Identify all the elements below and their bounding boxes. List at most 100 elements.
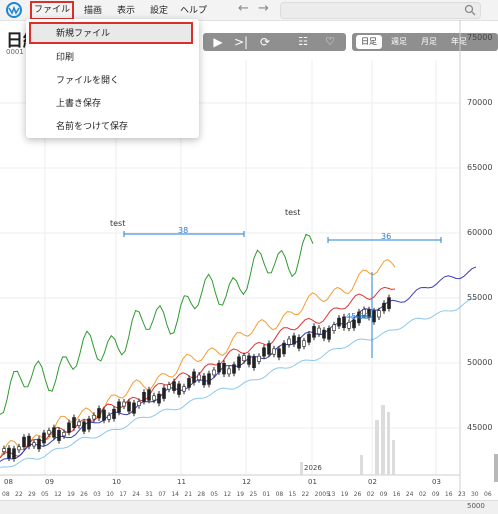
bottom-bar: 5000: [0, 500, 498, 514]
candle-body: [147, 389, 151, 401]
candle-body: [42, 432, 46, 444]
x-month-tick: 01: [308, 478, 317, 486]
candle-body: [202, 375, 206, 386]
candle-body: [317, 327, 321, 335]
annotation-test-2: test: [285, 208, 301, 217]
x-day-tick: 19: [340, 491, 349, 498]
candle-body: [387, 297, 391, 309]
x-day-tick: 09: [379, 491, 388, 498]
x-day-tick: 12: [223, 491, 232, 498]
x-day-tick: 13: [327, 491, 336, 498]
candle-body: [62, 432, 66, 437]
x-day-tick: 26: [80, 491, 88, 498]
candle-body: [377, 310, 381, 318]
x-month-tick: 12: [242, 478, 251, 486]
candle-body: [232, 364, 236, 374]
candle-body: [267, 343, 271, 355]
y-tick: 65000: [467, 163, 493, 172]
x-day-tick: 01: [262, 491, 271, 498]
file-menu-item-highlight[interactable]: [29, 22, 193, 44]
candle-body: [297, 337, 301, 349]
candle-body: [257, 355, 261, 362]
candle-body: [222, 362, 226, 375]
candle-body: [252, 356, 256, 368]
candle-body: [27, 435, 31, 447]
candle-body: [137, 401, 141, 406]
candle-body: [127, 401, 131, 412]
value-label: 45.58: [346, 312, 369, 321]
x-day-tick: 22: [15, 491, 23, 498]
x-day-tick: 03: [93, 491, 101, 498]
x-day-tick: 28: [197, 491, 206, 498]
y-tick: 50000: [467, 358, 493, 367]
file-menu-save[interactable]: 上書き保存: [56, 96, 101, 109]
candle-body: [87, 418, 91, 430]
candle-body: [82, 421, 86, 432]
x-month-tick: 09: [45, 478, 54, 486]
candle-body: [192, 371, 196, 383]
candle-body: [122, 401, 126, 407]
candle-body: [12, 448, 16, 460]
x-day-tick: 24: [132, 491, 140, 498]
x-day-tick: 07: [158, 491, 166, 498]
x-month-tick: 11: [177, 478, 186, 486]
candle-body: [292, 335, 296, 345]
candle-body: [197, 374, 201, 380]
x-day-tick: 08: [2, 491, 10, 498]
candle-body: [227, 368, 231, 375]
candle-body: [187, 378, 191, 388]
candle-body: [372, 310, 376, 323]
candle-body: [237, 356, 241, 368]
x-month-tick: 08: [4, 478, 13, 486]
candle-body: [347, 321, 351, 329]
x-day-tick: 12: [54, 491, 62, 498]
range-label-2: 36: [381, 232, 392, 241]
x-day-tick: 10: [106, 491, 114, 498]
x-day-tick: 16: [392, 491, 401, 498]
candle-body: [322, 329, 326, 339]
candle-body: [92, 414, 96, 420]
file-menu-open[interactable]: ファイルを開く: [56, 73, 119, 86]
y-tick: 75000: [467, 33, 493, 42]
x-day-tick: 05: [210, 491, 219, 498]
candle-body: [17, 446, 21, 451]
candle-body: [52, 427, 56, 438]
candle-body: [287, 338, 291, 345]
candle-body: [262, 347, 266, 357]
candle-body: [132, 402, 136, 414]
file-menu-new[interactable]: 新規ファイル: [56, 26, 110, 39]
range-label-1: 38: [178, 226, 189, 235]
candle-body: [307, 333, 311, 343]
x-day-tick: 31: [145, 491, 153, 498]
x-day-tick: 08: [275, 491, 284, 498]
candle-body: [247, 355, 251, 365]
file-menu-save-as[interactable]: 名前をつけて保存: [56, 119, 128, 132]
candle-body: [57, 430, 61, 441]
candle-body: [382, 302, 386, 312]
candle-body: [117, 401, 121, 413]
candle-body: [107, 415, 111, 420]
candle-body: [2, 448, 6, 452]
candle-body: [162, 387, 166, 399]
candles: [2, 294, 391, 462]
candle-body: [22, 436, 26, 448]
y-tick: 55000: [467, 293, 493, 302]
candle-body: [277, 348, 281, 358]
x-day-tick: 21: [184, 491, 193, 498]
candle-body: [37, 438, 41, 450]
candle-body: [207, 373, 211, 385]
candle-body: [157, 393, 161, 404]
x-month-tick: 03: [432, 478, 441, 486]
x-day-tick: 02: [418, 491, 427, 498]
x-day-tick: 26: [353, 491, 362, 498]
x-day-tick: 24: [405, 491, 414, 498]
candle-body: [32, 442, 36, 447]
vertical-scrollbar[interactable]: [494, 454, 498, 482]
candle-body: [327, 328, 331, 340]
x-day-tick: 17: [119, 491, 127, 498]
candle-body: [242, 355, 246, 362]
candle-body: [112, 408, 116, 419]
candle-body: [67, 422, 71, 433]
file-menu-print[interactable]: 印刷: [56, 50, 74, 63]
x-month-tick: 02: [368, 478, 377, 486]
